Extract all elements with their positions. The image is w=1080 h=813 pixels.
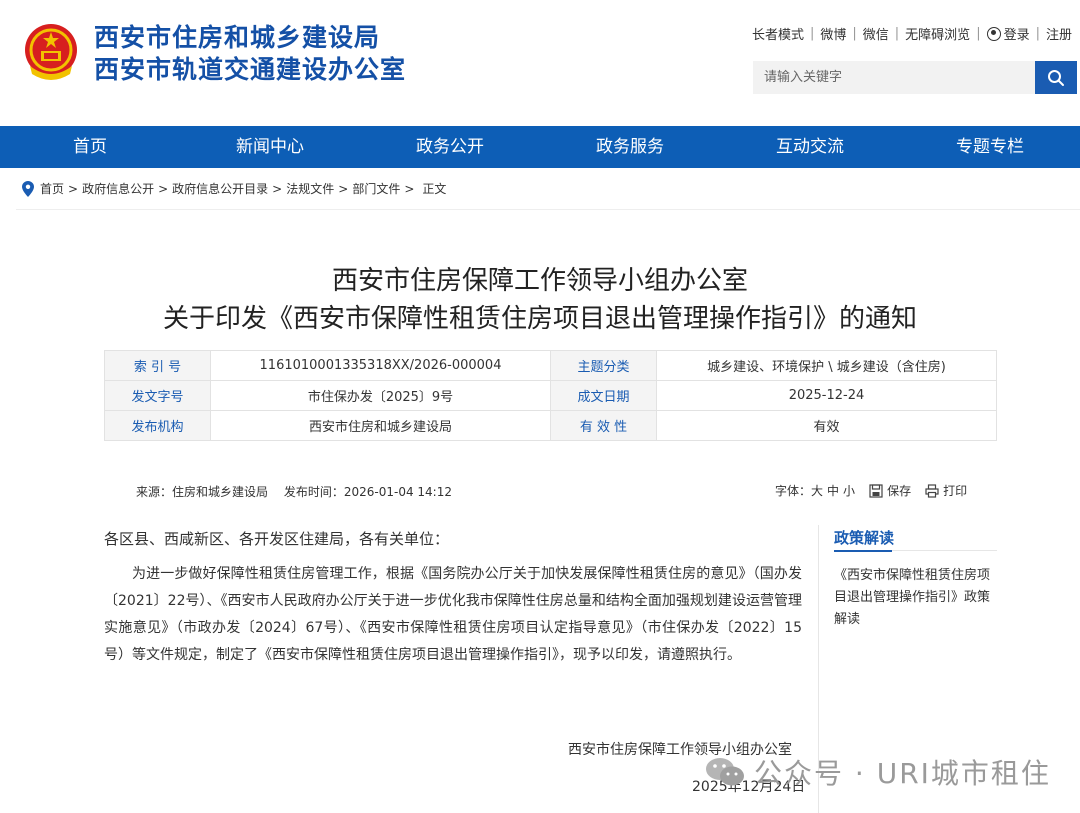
article-source: 来源：住房和城乡建设局 [136,485,269,499]
breadcrumb-separator: > [68,181,79,196]
breadcrumb-separator: > [338,181,349,196]
nav-item-news[interactable]: 新闻中心 [180,126,360,168]
breadcrumb: 首页 > 政府信息公开 > 政府信息公开目录 > 法规文件 > 部门文件 > 正… [22,180,446,197]
table-row: 发文字号 市住保办发〔2025〕9号 成文日期 2025-12-24 [104,380,997,411]
docno-label: 发文字号 [104,380,211,411]
divider: | [852,26,857,41]
document-meta-table: 索 引 号 1161010001335318XX/2026-000004 主题分… [104,350,997,441]
nav-item-home[interactable]: 首页 [0,126,180,168]
print-icon [925,483,939,498]
nav-item-gov-affairs[interactable]: 政务公开 [360,126,540,168]
breadcrumb-separator: > [404,181,415,196]
accessible-link[interactable]: 无障碍浏览 [905,24,970,43]
breadcrumb-regulations[interactable]: 法规文件 [286,180,334,197]
font-medium-button[interactable]: 中 [827,482,839,499]
watermark-text: 公众号 · URI城市租住 [754,757,1051,790]
article-body-paragraph: 为进一步做好保障性租赁住房管理工作，根据《国务院办公厅关于加快发展保障性租赁住房… [104,566,802,663]
search-input[interactable] [753,61,1036,94]
breadcrumb-home[interactable]: 首页 [40,180,64,197]
top-links: 长者模式 | 微博 | 微信 | 无障碍浏览 | 登录 | 注册 [752,24,1072,43]
search-icon [1048,70,1064,86]
font-large-button[interactable]: 大 [811,482,823,499]
date-label: 成文日期 [550,380,657,411]
policy-interpretation-link[interactable]: 《西安市保障性租赁住房项目退出管理操作指引》政策解读 [834,565,994,631]
nav-item-topics[interactable]: 专题专栏 [900,126,1080,168]
breadcrumb-current: 正文 [422,182,447,196]
save-button[interactable]: 保存 [887,482,911,499]
location-pin-icon [22,180,34,197]
font-small-button[interactable]: 小 [843,482,855,499]
table-row: 索 引 号 1161010001335318XX/2026-000004 主题分… [104,350,997,381]
user-icon [986,26,1001,41]
nav-item-interaction[interactable]: 互动交流 [720,126,900,168]
print-button[interactable]: 打印 [943,482,967,499]
breadcrumb-gov-info-catalog[interactable]: 政府信息公开目录 [172,180,268,197]
docno-value: 市住保办发〔2025〕9号 [210,380,551,411]
wechat-link[interactable]: 微信 [863,24,889,43]
login-link[interactable]: 登录 [1004,24,1030,43]
wechat-icon [706,758,744,786]
index-label: 索 引 号 [104,350,211,381]
weibo-link[interactable]: 微博 [820,24,846,43]
watermark: 公众号 · URI城市租住 [704,752,1051,792]
breadcrumb-separator: > [158,181,169,196]
divider: | [976,26,981,41]
article-title-line2: 关于印发《西安市保障性租赁住房项目退出管理操作指引》的通知 [162,304,917,334]
validity-label: 有 效 性 [550,410,657,441]
elder-mode-link[interactable]: 长者模式 [752,24,804,43]
search-box [753,61,1077,94]
article-tools: 字体： 大 中 小 保存 打印 [775,482,971,499]
breadcrumb-separator: > [272,181,283,196]
breadcrumb-gov-info[interactable]: 政府信息公开 [82,180,154,197]
issuer-value: 西安市住房和城乡建设局 [210,410,551,441]
table-row: 发布机构 西安市住房和城乡建设局 有 效 性 有效 [104,410,997,441]
index-value: 1161010001335318XX/2026-000004 [210,350,551,381]
article-title-line1: 西安市住房保障工作领导小组办公室 [331,266,748,296]
save-icon [869,483,883,498]
divider: | [809,26,815,41]
search-button[interactable] [1035,61,1077,94]
breadcrumb-dept-docs[interactable]: 部门文件 [352,180,400,197]
site-name-line1: 西安市住房和城乡建设局 [94,23,381,52]
article-info: 来源：住房和城乡建设局 发布时间：2026-01-04 14:12 [136,483,464,500]
topic-label: 主题分类 [550,350,657,381]
sidebar-underline-accent [834,550,892,552]
topic-value: 城乡建设、环境保护 \ 城乡建设（含住房) [656,350,997,381]
article-salutation: 各区县、西咸新区、各开发区住建局，各有关单位： [104,530,450,548]
site-header: 西安市住房和城乡建设局 西安市轨道交通建设办公室 长者模式 | 微博 | 微信 … [0,0,1080,126]
site-name-line2: 西安市轨道交通建设办公室 [94,55,407,84]
font-size-label: 字体： [775,484,812,498]
main-nav: 首页 新闻中心 政务公开 政务服务 互动交流 专题专栏 [0,126,1080,168]
divider: | [894,26,900,41]
validity-value: 有效 [656,410,997,441]
date-value: 2025-12-24 [656,380,997,411]
national-emblem-icon[interactable] [22,22,80,84]
divider: | [1035,26,1040,41]
nav-item-services[interactable]: 政务服务 [540,126,720,168]
register-link[interactable]: 注册 [1046,24,1072,43]
site-name[interactable]: 西安市住房和城乡建设局 西安市轨道交通建设办公室 [94,22,406,86]
policy-interpretation-title: 政策解读 [834,529,895,547]
article-publish-time: 发布时间：2026-01-04 14:12 [283,485,452,499]
issuer-label: 发布机构 [104,410,211,441]
